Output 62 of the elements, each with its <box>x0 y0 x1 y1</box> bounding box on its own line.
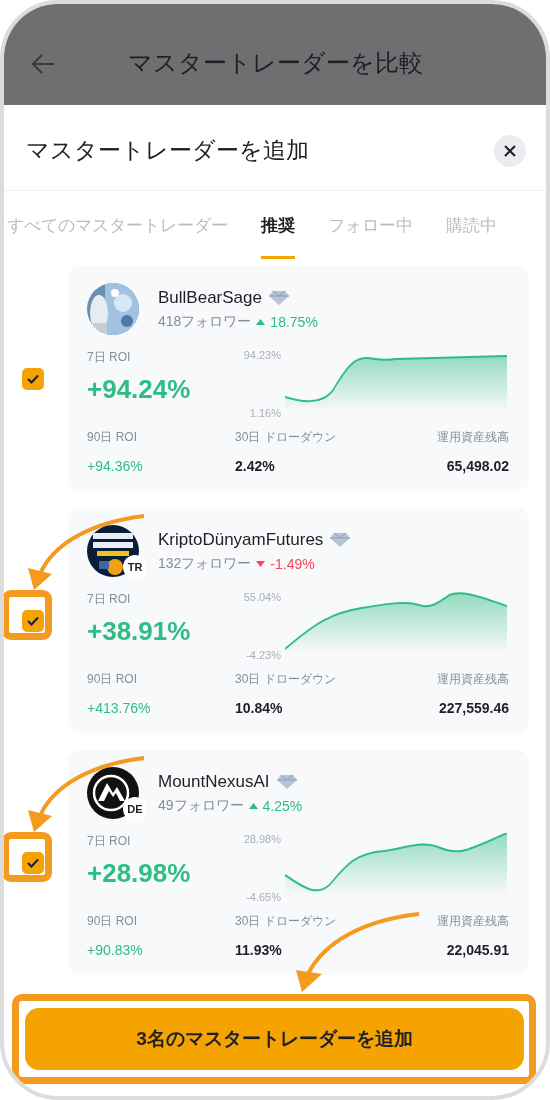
trader-card[interactable]: TR KriptoDünyamFutures 132フォロワー -1.49% 7日 ROI +38.91% 55.04% -4.23% 90日 ROI +413.76% 30日 ドローダウン 10.84% 運用資産残高 227,559.46 <box>68 508 529 733</box>
diamond-badge-icon <box>267 289 290 306</box>
trend-icon <box>256 317 266 326</box>
stat-label: 7日 ROI <box>87 349 132 366</box>
close-icon <box>503 143 517 158</box>
checkbox[interactable] <box>22 367 44 390</box>
stat-label: 90日 ROI <box>87 429 138 446</box>
screen-title: マスタートレーダーを比較 <box>126 47 424 78</box>
tab[interactable]: 推奨 <box>261 191 295 259</box>
stat-label: 7日 ROI <box>87 833 132 850</box>
check-icon <box>26 614 40 627</box>
roi-value: +38.91% <box>87 616 192 647</box>
stat-value: 65,498.02 <box>446 458 509 474</box>
region-badge: TR <box>123 555 147 579</box>
chart-min-label: -4.23% <box>245 649 281 661</box>
checkbox[interactable] <box>22 851 44 874</box>
follower-count: 49フォロワー <box>158 796 244 815</box>
chart-min-label: 1.16% <box>248 407 281 419</box>
stat-label: 7日 ROI <box>87 591 132 608</box>
sheet-title: マスタートレーダーを追加 <box>26 136 309 165</box>
stat-label: 30日 ドローダウン <box>235 429 337 446</box>
trader-name: KriptoDünyamFutures <box>158 529 324 550</box>
chart-max-label: 28.98% <box>242 833 281 845</box>
close-button[interactable] <box>494 134 526 167</box>
pnl-change: 4.25% <box>262 797 303 814</box>
roi-value: +94.24% <box>87 374 192 405</box>
stat-label: 90日 ROI <box>87 671 138 688</box>
add-traders-button[interactable]: 3名のマスタートレーダーを追加 <box>25 1008 524 1070</box>
checkbox[interactable] <box>22 609 44 632</box>
stat-value: +413.76% <box>87 700 152 716</box>
roi-value: +28.98% <box>87 858 192 889</box>
trader-name: MountNexusAI <box>158 771 270 792</box>
chart-max-label: 94.23% <box>242 349 281 361</box>
stat-label: 運用資産残高 <box>437 429 509 446</box>
follower-count: 132フォロワー <box>158 554 252 573</box>
trader-card[interactable]: DE MountNexusAI 49フォロワー 4.25% 7日 ROI +28.98% 28.98% -4.65% 90日 ROI +90.83% 30日 ドローダウン 11.93% 運用資産残高 22,045.91 <box>68 750 529 975</box>
stat-label: 運用資産残高 <box>437 913 509 930</box>
region-badge: DE <box>123 797 147 821</box>
stat-value: +90.83% <box>87 942 144 958</box>
trend-icon <box>256 559 266 568</box>
check-icon <box>26 856 40 869</box>
stat-label: 30日 ドローダウン <box>235 913 337 930</box>
trend-icon <box>248 801 258 810</box>
stat-value: 10.84% <box>235 700 284 716</box>
stat-label: 運用資産残高 <box>437 671 509 688</box>
chart-max-label: 55.04% <box>242 591 281 603</box>
stat-label: 90日 ROI <box>87 913 138 930</box>
chart-min-label: -4.65% <box>245 891 281 903</box>
stat-value: 2.42% <box>235 458 276 474</box>
stat-value: 22,045.91 <box>446 942 509 958</box>
pnl-change: 18.75% <box>270 313 318 330</box>
stat-value: 11.93% <box>235 942 283 958</box>
diamond-badge-icon <box>329 531 352 548</box>
stat-value: +94.36% <box>87 458 144 474</box>
pnl-change: -1.49% <box>270 555 315 572</box>
check-icon <box>26 372 40 385</box>
stat-value: 227,559.46 <box>438 700 509 716</box>
trader-card[interactable]: BullBearSage 418フォロワー 18.75% 7日 ROI +94.24% 94.23% 1.16% 90日 ROI +94.36% 30日 ドローダウン 2.42% 運用資産残高 65,498.02 <box>68 266 529 491</box>
follower-count: 418フォロワー <box>158 312 252 331</box>
stat-label: 30日 ドローダウン <box>235 671 337 688</box>
diamond-badge-icon <box>275 773 298 790</box>
trader-name: BullBearSage <box>158 287 262 308</box>
